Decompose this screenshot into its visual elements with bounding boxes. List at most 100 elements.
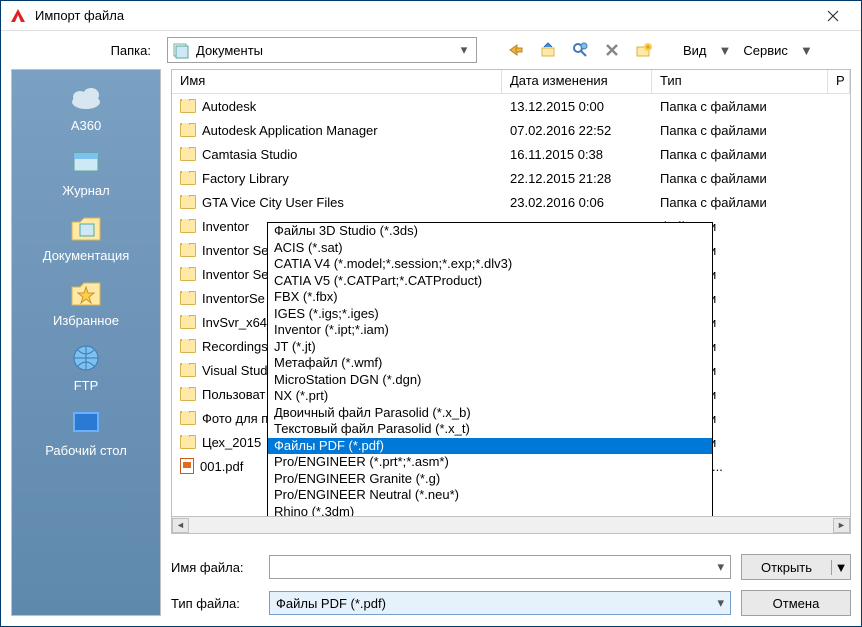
- chevron-down-icon: ▼: [719, 43, 732, 58]
- place-label: FTP: [21, 378, 151, 393]
- place-journal[interactable]: Журнал: [21, 143, 151, 206]
- place-ftp[interactable]: FTP: [21, 338, 151, 401]
- folder-combo[interactable]: Документы ▾: [167, 37, 477, 63]
- file-name: Фото для п: [202, 411, 268, 426]
- filename-input[interactable]: ▾: [269, 555, 731, 579]
- file-type-option[interactable]: CATIA V5 (*.CATPart;*.CATProduct): [268, 273, 712, 290]
- file-row[interactable]: Autodesk Application Manager07.02.2016 2…: [172, 118, 850, 142]
- horizontal-scrollbar[interactable]: ◄ ►: [171, 517, 851, 534]
- place-label: Журнал: [21, 183, 151, 198]
- file-name: 001.pdf: [200, 459, 243, 474]
- column-date[interactable]: Дата изменения: [502, 70, 652, 93]
- file-row[interactable]: GTA Vice City User Files23.02.2016 0:06П…: [172, 190, 850, 214]
- folder-icon: [180, 291, 196, 305]
- file-type-option[interactable]: MicroStation DGN (*.dgn): [268, 372, 712, 389]
- documents-icon: [172, 41, 190, 59]
- close-button[interactable]: [813, 2, 853, 30]
- scroll-left-icon[interactable]: ◄: [172, 518, 189, 533]
- view-menu[interactable]: Вид: [677, 43, 713, 58]
- place-fav[interactable]: Избранное: [21, 273, 151, 336]
- file-type-option[interactable]: Текстовый файл Parasolid (*.x_t): [268, 421, 712, 438]
- folder-icon: [180, 267, 196, 281]
- file-name: Inventor Se: [202, 267, 269, 282]
- dialog-window: Импорт файла Папка: Документы ▾ Вид ▼ Се…: [0, 0, 862, 627]
- file-type-option[interactable]: Двоичный файл Parasolid (*.x_b): [268, 405, 712, 422]
- chevron-down-icon[interactable]: ▼: [832, 560, 850, 575]
- cloud-icon: [66, 82, 106, 114]
- file-date: 07.02.2016 22:52: [502, 123, 652, 138]
- back-button[interactable]: [503, 37, 529, 63]
- filename-label: Имя файла:: [171, 560, 259, 575]
- up-button[interactable]: [535, 37, 561, 63]
- file-row[interactable]: Camtasia Studio16.11.2015 0:38Папка с фа…: [172, 142, 850, 166]
- place-label: Рабочий стол: [21, 443, 151, 458]
- search-button[interactable]: [567, 37, 593, 63]
- file-type-option[interactable]: FBX (*.fbx): [268, 289, 712, 306]
- column-type[interactable]: Тип: [652, 70, 828, 93]
- new-folder-button[interactable]: [631, 37, 657, 63]
- file-type-option[interactable]: Pro/ENGINEER Granite (*.g): [268, 471, 712, 488]
- chevron-down-icon: ▾: [456, 42, 472, 58]
- place-desktop[interactable]: Рабочий стол: [21, 403, 151, 466]
- column-name[interactable]: Имя: [172, 70, 502, 93]
- scroll-right-icon[interactable]: ►: [833, 518, 850, 533]
- file-type-option[interactable]: JT (*.jt): [268, 339, 712, 356]
- filetype-combo[interactable]: Файлы PDF (*.pdf) ▾: [269, 591, 731, 615]
- bottom-fields: Имя файла: ▾ Открыть ▼ Тип файла:: [171, 554, 851, 616]
- cancel-button[interactable]: Отмена: [741, 590, 851, 616]
- folder-icon: [180, 171, 196, 185]
- place-docs[interactable]: Документация: [21, 208, 151, 271]
- folder-icon: [180, 123, 196, 137]
- file-type: Папка с файлами: [652, 99, 850, 114]
- folder-label: Папка:: [11, 43, 161, 58]
- place-label: Документация: [21, 248, 151, 263]
- file-type-dropdown[interactable]: Файлы 3D Studio (*.3ds)ACIS (*.sat)CATIA…: [267, 222, 713, 517]
- file-type-option[interactable]: ACIS (*.sat): [268, 240, 712, 257]
- docs-icon: [66, 212, 106, 244]
- file-type-option[interactable]: CATIA V4 (*.model;*.session;*.exp;*.dlv3…: [268, 256, 712, 273]
- folder-icon: [180, 435, 196, 449]
- folder-icon: [180, 387, 196, 401]
- titlebar: Импорт файла: [1, 1, 861, 31]
- file-type-option[interactable]: IGES (*.igs;*.iges): [268, 306, 712, 323]
- file-name: InvSvr_x64_: [202, 315, 274, 330]
- file-type: Папка с файлами: [652, 195, 850, 210]
- file-type-option[interactable]: Файлы PDF (*.pdf): [268, 438, 712, 455]
- file-date: 16.11.2015 0:38: [502, 147, 652, 162]
- ftp-icon: [66, 342, 106, 374]
- file-list-header: Имя Дата изменения Тип Р: [172, 70, 850, 94]
- place-cloud[interactable]: A360: [21, 78, 151, 141]
- file-type: Папка с файлами: [652, 123, 850, 138]
- file-name: Autodesk: [202, 99, 256, 114]
- file-type-option[interactable]: Pro/ENGINEER (*.prt*;*.asm*): [268, 454, 712, 471]
- file-type: Папка с файлами: [652, 147, 850, 162]
- file-type-option[interactable]: Rhino (*.3dm): [268, 504, 712, 518]
- service-menu[interactable]: Сервис: [737, 43, 794, 58]
- folder-icon: [180, 195, 196, 209]
- file-list: Имя Дата изменения Тип Р Autodesk 13.12.2…: [171, 69, 851, 517]
- dialog-body: A360 Журнал Документация Избранное FTP Рабочи…: [1, 69, 861, 626]
- chevron-down-icon: ▾: [717, 559, 724, 575]
- desktop-icon: [66, 407, 106, 439]
- folder-icon: [180, 147, 196, 161]
- toolbar: Папка: Документы ▾ Вид ▼ Сервис ▼: [1, 31, 861, 69]
- file-row[interactable]: Factory Library22.12.2015 21:28Папка с ф…: [172, 166, 850, 190]
- place-label: A360: [21, 118, 151, 133]
- filetype-label: Тип файла:: [171, 596, 259, 611]
- window-title: Импорт файла: [35, 8, 813, 23]
- file-type-option[interactable]: NX (*.prt): [268, 388, 712, 405]
- file-name: Inventor: [202, 219, 249, 234]
- delete-button[interactable]: [599, 37, 625, 63]
- open-button[interactable]: Открыть ▼: [741, 554, 851, 580]
- column-more[interactable]: Р: [828, 70, 850, 93]
- file-name: Пользоват: [202, 387, 265, 402]
- file-row[interactable]: Autodesk 13.12.2015 0:00Папка с файлами: [172, 94, 850, 118]
- file-type-option[interactable]: Метафайл (*.wmf): [268, 355, 712, 372]
- file-date: 13.12.2015 0:00: [502, 99, 652, 114]
- file-name: Visual Stud: [202, 363, 268, 378]
- file-name: Recordings: [202, 339, 268, 354]
- file-type-option[interactable]: Pro/ENGINEER Neutral (*.neu*): [268, 487, 712, 504]
- pdf-icon: [180, 458, 194, 474]
- file-type-option[interactable]: Inventor (*.ipt;*.iam): [268, 322, 712, 339]
- file-type-option[interactable]: Файлы 3D Studio (*.3ds): [268, 223, 712, 240]
